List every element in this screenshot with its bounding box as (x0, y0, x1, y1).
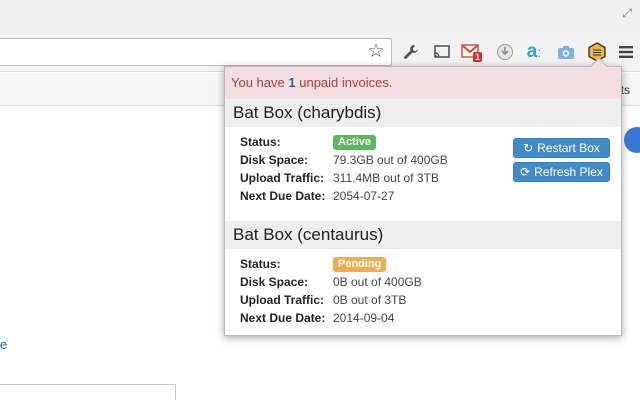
alert-suffix: unpaid invoices. (299, 75, 393, 90)
alert-count[interactable]: 1 (288, 75, 295, 90)
due-value: 2014-09-04 (333, 311, 395, 325)
upload-label: Upload Traffic: (240, 293, 325, 307)
refresh-icon: ⟳ (520, 165, 531, 179)
disk-row: Disk Space: 0B out of 400GB (240, 273, 621, 291)
restart-label: Restart Box (537, 141, 600, 155)
refresh-plex-button[interactable]: ⟳ Refresh Plex (513, 162, 610, 182)
disk-label: Disk Space: (240, 153, 309, 167)
upload-row: Upload Traffic: 0B out of 3TB (240, 291, 621, 309)
upload-value: 311.4MB out of 3TB (333, 171, 439, 185)
due-label: Next Due Date: (240, 311, 326, 325)
download-icon[interactable] (494, 41, 516, 63)
box-details: Status: Pending Disk Space: 0B out of 40… (225, 249, 621, 343)
due-value: 2054-07-27 (333, 189, 395, 203)
due-label: Next Due Date: (240, 189, 326, 203)
batbox-popup: You have 1 unpaid invoices. Bat Box (cha… (224, 57, 622, 336)
expand-icon[interactable]: ⤢ (620, 6, 634, 20)
status-badge: Active (333, 134, 377, 150)
disk-label: Disk Space: (240, 275, 309, 289)
status-label: Status: (240, 135, 281, 149)
unpaid-invoices-alert: You have 1 unpaid invoices. (225, 67, 621, 99)
amazon-icon[interactable]: a: (523, 41, 545, 63)
disk-value: 79.3GB out of 400GB (333, 153, 448, 167)
box-title: Bat Box (centaurus) (225, 221, 621, 249)
due-row: Next Due Date: 2014-09-04 (240, 309, 621, 327)
wrench-icon[interactable] (400, 41, 422, 63)
disk-value: 0B out of 400GB (333, 275, 422, 289)
alert-prefix: You have (231, 75, 285, 90)
address-bar[interactable]: ☆ (0, 38, 392, 66)
gmail-icon[interactable]: 1 (460, 41, 483, 63)
gmail-badge: 1 (473, 52, 483, 62)
status-badge: Pending (333, 256, 387, 272)
bookmark-item[interactable]: ts (621, 83, 630, 97)
upload-value: 0B out of 3TB (333, 293, 407, 307)
box-title: Bat Box (charybdis) (225, 99, 621, 127)
restart-icon: ↻ (523, 141, 534, 155)
page-link[interactable]: e (0, 337, 7, 352)
menu-icon[interactable] (615, 41, 637, 63)
status-label: Status: (240, 257, 281, 271)
page-avatar[interactable] (624, 127, 640, 153)
window-titlebar: ⤢ (0, 0, 640, 32)
star-icon[interactable]: ☆ (365, 41, 387, 63)
upload-label: Upload Traffic: (240, 171, 325, 185)
refresh-label: Refresh Plex (534, 165, 603, 179)
box-details: Status: Active Disk Space: 79.3GB out of… (225, 127, 621, 221)
page-input[interactable] (0, 384, 176, 400)
camera-icon[interactable] (555, 41, 577, 63)
cast-icon[interactable] (431, 41, 453, 63)
restart-box-button[interactable]: ↻ Restart Box (513, 138, 610, 158)
due-row: Next Due Date: 2054-07-27 (240, 187, 621, 205)
status-row: Status: Pending (240, 255, 621, 273)
